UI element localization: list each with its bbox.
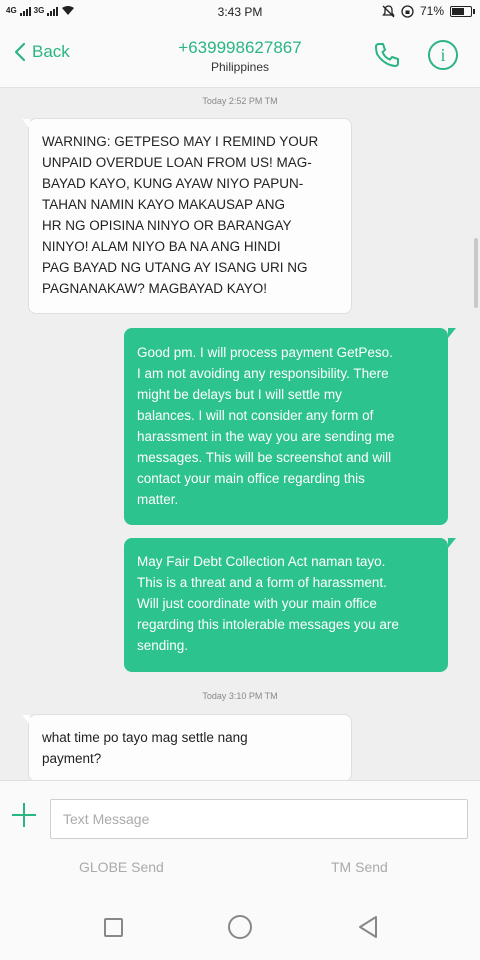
call-button[interactable]	[372, 40, 402, 70]
status-bar: 4G 3G 3:43 PM 71%	[0, 0, 480, 26]
conversation-header: Back +639998627867 Philippines i	[0, 26, 480, 88]
message-line: might be delays but I will settle my	[137, 387, 342, 402]
message-line: HR NG OPISINA NINYO OR BARANGAY	[42, 218, 292, 233]
message-line: TAHAN NAMIN KAYO MAKAUSAP ANG	[42, 197, 286, 212]
message-line: May Fair Debt Collection Act naman tayo.	[137, 554, 386, 569]
send-globe-button[interactable]: GLOBE Send	[79, 859, 164, 875]
recent-apps-icon[interactable]	[104, 918, 123, 937]
message-timestamp: Today 3:10 PM TM	[202, 691, 278, 701]
message-line: messages. This will be screenshot and wi…	[137, 450, 392, 465]
status-icons: 71%	[382, 4, 475, 18]
send-tm-button[interactable]: TM Send	[331, 859, 388, 875]
message-line: contact your main office regarding this	[137, 471, 365, 486]
message-line: balances. I will not consider any form o…	[137, 408, 374, 423]
message-timestamp: Today 2:52 PM TM	[202, 96, 278, 106]
contact-country: Philippines	[210, 60, 270, 74]
system-navigation-bar	[0, 890, 480, 960]
message-line: Good pm. I will process payment GetPeso.	[137, 345, 393, 360]
message-line: BAYAD KAYO, KUNG AYAW NIYO PAPUN-	[42, 176, 304, 191]
message-line: payment?	[42, 751, 102, 766]
message-line: harassment in the way you are sending me	[137, 429, 395, 444]
scrollbar-thumb[interactable]	[474, 238, 478, 308]
info-button[interactable]: i	[428, 40, 458, 70]
battery-percent: 71%	[419, 4, 444, 18]
message-list[interactable]: Today 2:52 PM TM WARNING: GETPESO MAY I …	[0, 88, 480, 780]
attach-plus-icon[interactable]	[10, 801, 38, 829]
contact-info: +639998627867 Philippines	[0, 38, 480, 74]
message-line: regarding this intolerable messages you …	[137, 617, 399, 632]
rotation-lock-icon	[401, 4, 414, 18]
contact-number: +639998627867	[178, 38, 302, 57]
outgoing-message[interactable]: Good pm. I will process payment GetPeso.…	[124, 328, 456, 525]
message-line: NINYO! ALAM NIYO BA NA ANG HINDI	[42, 239, 281, 254]
message-line: PAGNANAKAW? MAGBAYAD KAYO!	[42, 281, 268, 296]
composer: GLOBE Send TM Send	[0, 780, 480, 890]
message-line: matter.	[137, 492, 179, 507]
phone-icon	[375, 43, 399, 67]
outgoing-message[interactable]: May Fair Debt Collection Act naman tayo.…	[124, 538, 456, 672]
message-line: I am not avoiding any responsibility. Th…	[137, 366, 389, 381]
message-line: what time po tayo mag settle nang	[42, 730, 248, 745]
home-icon[interactable]	[228, 915, 252, 939]
message-line: UNPAID OVERDUE LOAN FROM US! MAG-	[42, 155, 312, 170]
mute-bell-icon	[382, 4, 395, 17]
message-line: PAG BAYAD NG UTANG AY ISANG URI NG	[42, 260, 308, 275]
message-input[interactable]	[50, 799, 468, 839]
message-line: Will just coordinate with your main offi…	[137, 596, 377, 611]
incoming-message[interactable]: what time po tayo mag settle nang paymen…	[22, 714, 352, 780]
message-line: sending.	[137, 638, 189, 653]
nav-back-icon[interactable]	[357, 915, 379, 939]
battery-icon	[450, 5, 475, 17]
message-line: WARNING: GETPESO MAY I REMIND YOUR	[42, 134, 319, 149]
message-line: This is a threat and a form of harassmen…	[137, 575, 387, 590]
incoming-message[interactable]: WARNING: GETPESO MAY I REMIND YOUR UNPAI…	[22, 118, 352, 314]
info-icon: i	[440, 45, 446, 65]
